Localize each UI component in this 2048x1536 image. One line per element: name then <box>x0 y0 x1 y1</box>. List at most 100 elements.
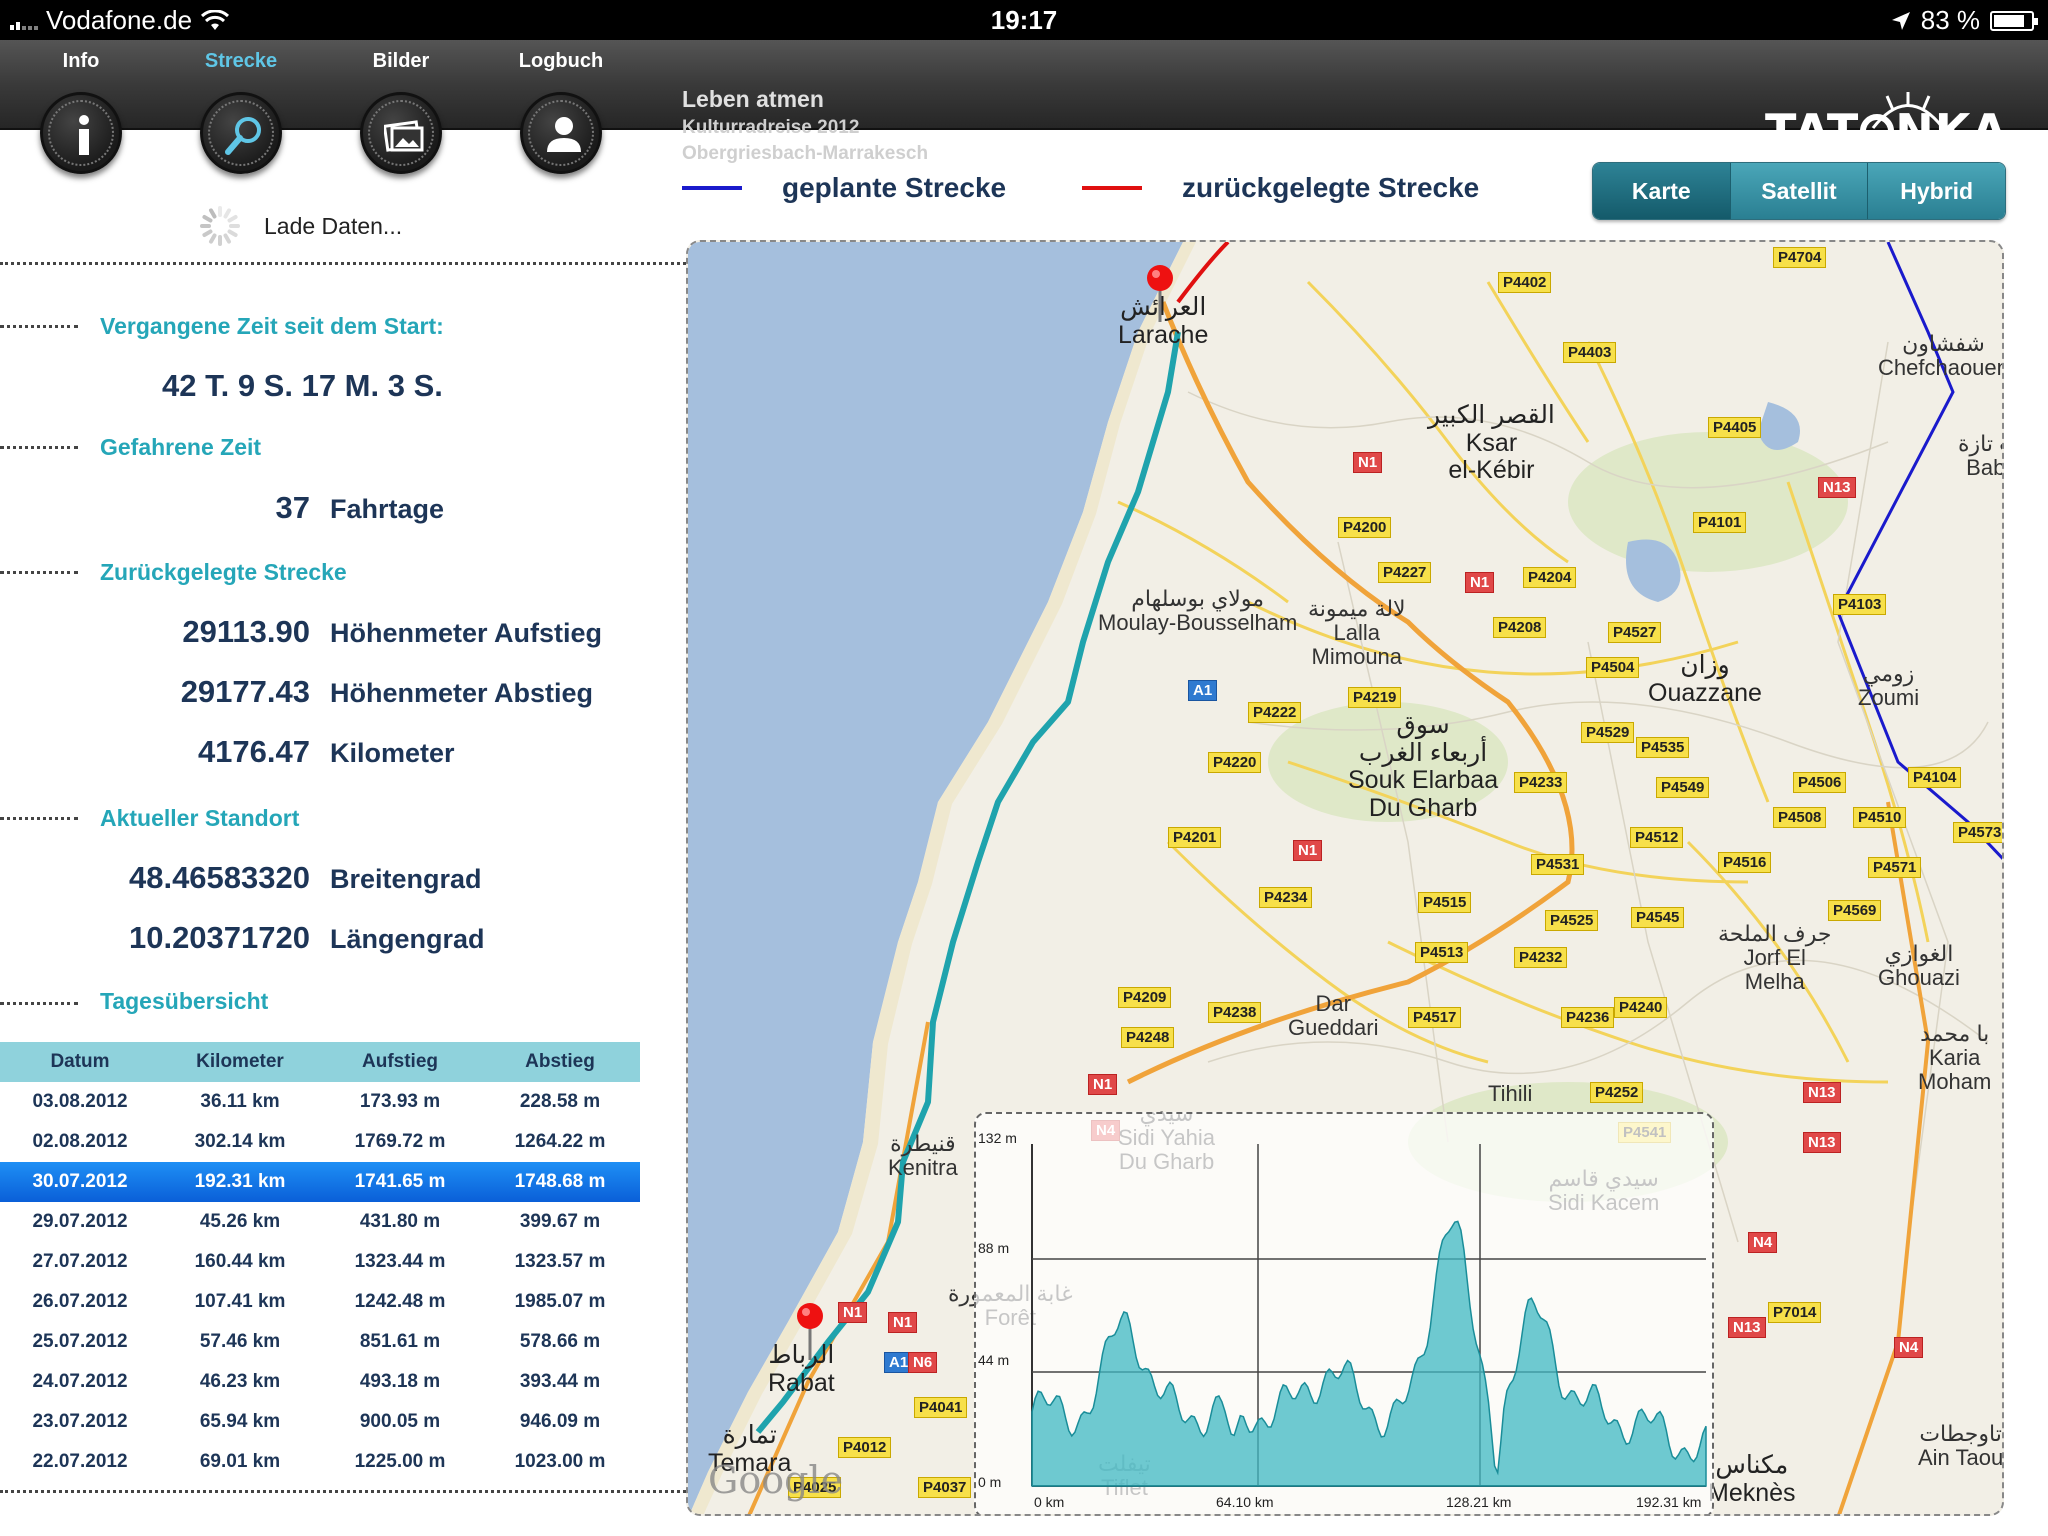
col-descent[interactable]: Abstieg <box>480 1042 640 1082</box>
table-cell: 29.07.2012 <box>32 1211 128 1232</box>
road-shield: P4506 <box>1793 772 1847 793</box>
table-row[interactable]: 25.07.2012 57.46 km 851.61 m 578.66 m <box>0 1322 640 1362</box>
travelled-label: zurückgelegte Strecke <box>1182 172 1480 203</box>
road-shield: N1 <box>1353 452 1383 473</box>
road-shield: P4535 <box>1636 737 1690 758</box>
map-place-label: مولاي بوسلهام Moulay-Bousselham <box>1098 586 1298 636</box>
section-marker <box>0 325 78 328</box>
map-place-label: الغوازي Ghouazi <box>1878 941 1960 991</box>
start-pin-icon[interactable] <box>1145 264 1175 324</box>
table-row[interactable]: 26.07.2012 107.41 km 1242.48 m 1985.07 m <box>0 1282 640 1322</box>
map-place-label: وزان Ouazzane <box>1648 651 1762 707</box>
elevation-profile[interactable]: 132 m 88 m 44 m 0 m 0 km 64.10 km 128.21… <box>974 1112 1714 1514</box>
logo-antler-icon <box>1871 92 1945 129</box>
road-shield: N13 <box>1803 1082 1841 1103</box>
road-shield: P4517 <box>1408 1007 1462 1028</box>
road-shield: P4103 <box>1833 594 1887 615</box>
map-type-karte[interactable]: Karte <box>1593 163 1730 219</box>
table-cell: 1323.57 m <box>514 1251 606 1272</box>
road-shield: P4041 <box>914 1397 968 1418</box>
table-cell: 578.66 m <box>519 1331 601 1352</box>
road-shield: P4201 <box>1168 827 1222 848</box>
table-cell: 26.07.2012 <box>32 1291 128 1312</box>
table-row[interactable]: 30.07.2012 192.31 km 1741.65 m 1748.68 m <box>0 1162 640 1202</box>
nav-logbuch-button[interactable]: Logbuch <box>496 40 626 174</box>
table-cell: 160.44 km <box>194 1251 286 1272</box>
road-shield: P4240 <box>1614 997 1668 1018</box>
road-shield: N13 <box>1728 1317 1766 1338</box>
road-shield: N1 <box>1088 1074 1118 1095</box>
road-shield: P4527 <box>1608 622 1662 643</box>
end-pin-icon[interactable] <box>795 1302 825 1362</box>
daily-table: Datum Kilometer Aufstieg Abstieg 03.08.2… <box>0 1042 640 1482</box>
table-cell: 57.46 km <box>199 1331 281 1352</box>
road-shield: P4525 <box>1545 910 1599 931</box>
road-shield: P4513 <box>1415 942 1469 963</box>
brand-logo: TAT NKA <box>1765 92 2008 158</box>
table-row[interactable]: 24.07.2012 46.23 km 493.18 m 393.44 m <box>0 1362 640 1402</box>
elapsed-value: 42 T. 9 S. 17 M. 3 S. <box>162 368 443 403</box>
table-cell: 1264.22 m <box>514 1131 606 1152</box>
table-row[interactable]: 02.08.2012 302.14 km 1769.72 m 1264.22 m <box>0 1122 640 1162</box>
road-shield: N13 <box>1818 477 1856 498</box>
table-row[interactable]: 27.07.2012 160.44 km 1323.44 m 1323.57 m <box>0 1242 640 1282</box>
table-row[interactable]: 23.07.2012 65.94 km 900.05 m 946.09 m <box>0 1402 640 1442</box>
driven-value: 37 <box>275 490 310 525</box>
table-row[interactable]: 03.08.2012 36.11 km 173.93 m 228.58 m <box>0 1082 640 1122</box>
map-place-label: شفشاون Chefchaouen <box>1878 331 2004 381</box>
table-row[interactable]: 22.07.2012 69.01 km 1225.00 m 1023.00 m <box>0 1442 640 1482</box>
map-place-label: قنيطرة Kenitra <box>888 1131 958 1181</box>
table-row[interactable]: 29.07.2012 45.26 km 431.80 m 399.67 m <box>0 1202 640 1242</box>
road-shield: P4512 <box>1630 827 1684 848</box>
road-shield: N1 <box>838 1302 868 1323</box>
col-date[interactable]: Datum <box>0 1042 160 1082</box>
section-marker <box>0 446 78 449</box>
clock: 19:17 <box>990 5 1058 35</box>
road-shield: P4531 <box>1531 854 1585 875</box>
col-ascent[interactable]: Aufstieg <box>320 1042 480 1082</box>
map-type-control: Karte Satellit Hybrid <box>1592 162 2006 220</box>
map-place-label: جرف الملحة Jorf El Melha <box>1718 921 1832 995</box>
map-type-satellit[interactable]: Satellit <box>1729 163 1868 219</box>
travelled-swatch <box>1082 186 1142 190</box>
map-place-label: باب تازة Bab T <box>1958 431 2004 481</box>
table-cell: 192.31 km <box>194 1171 286 1192</box>
trip-title: Leben atmen <box>682 86 824 112</box>
person-icon <box>547 117 581 152</box>
table-cell: 25.07.2012 <box>32 1331 128 1352</box>
road-shield: P4209 <box>1118 987 1172 1008</box>
road-shield: N1 <box>1465 572 1495 593</box>
table-cell: 851.61 m <box>359 1331 441 1352</box>
road-shield: N4 <box>1748 1232 1778 1253</box>
map-type-hybrid[interactable]: Hybrid <box>1867 163 2005 219</box>
table-cell: 27.07.2012 <box>32 1251 128 1272</box>
table-cell: 1323.44 m <box>354 1251 446 1272</box>
table-cell: 1748.68 m <box>514 1171 606 1192</box>
road-shield: P4236 <box>1561 1007 1615 1028</box>
road-shield: P4252 <box>1590 1082 1644 1103</box>
route-map[interactable]: العرائش Larache القصر الكبير Ksar el-Kébi… <box>686 240 2004 1516</box>
trip-info: Leben atmen Kulturradreise 2012 Obergrie… <box>682 86 928 165</box>
latitude-value: 48.46583320 <box>128 860 310 895</box>
table-cell: 173.93 m <box>359 1091 441 1112</box>
nav-strecke-button[interactable]: Strecke <box>176 40 306 174</box>
driven-unit: Fahrtage <box>330 494 445 524</box>
nav-bilder-button[interactable]: Bilder <box>336 40 466 174</box>
table-cell: 24.07.2012 <box>32 1371 128 1392</box>
road-shield: P4403 <box>1563 342 1617 363</box>
map-place-label: سوق أربعاء الغرب Souk Elarbaa Du Gharb <box>1348 711 1499 822</box>
road-shield: N1 <box>1293 840 1323 861</box>
table-cell: 02.08.2012 <box>32 1131 128 1152</box>
col-km[interactable]: Kilometer <box>160 1042 320 1082</box>
elevation-area <box>1031 1220 1707 1487</box>
road-shield: P4200 <box>1338 517 1392 538</box>
map-place-label: تاوجطات Ain Taou <box>1918 1421 2004 1471</box>
road-shield: P4233 <box>1514 772 1568 793</box>
road-shield: P4222 <box>1248 702 1302 723</box>
nav-info-button[interactable]: Info <box>16 40 146 174</box>
loading-label: Lade Daten... <box>264 212 403 239</box>
road-shield: N13 <box>1803 1132 1841 1153</box>
map-place-label: با محمد Karia Moham <box>1918 1021 1992 1095</box>
road-shield: P4012 <box>838 1437 892 1458</box>
section-marker <box>0 571 78 574</box>
